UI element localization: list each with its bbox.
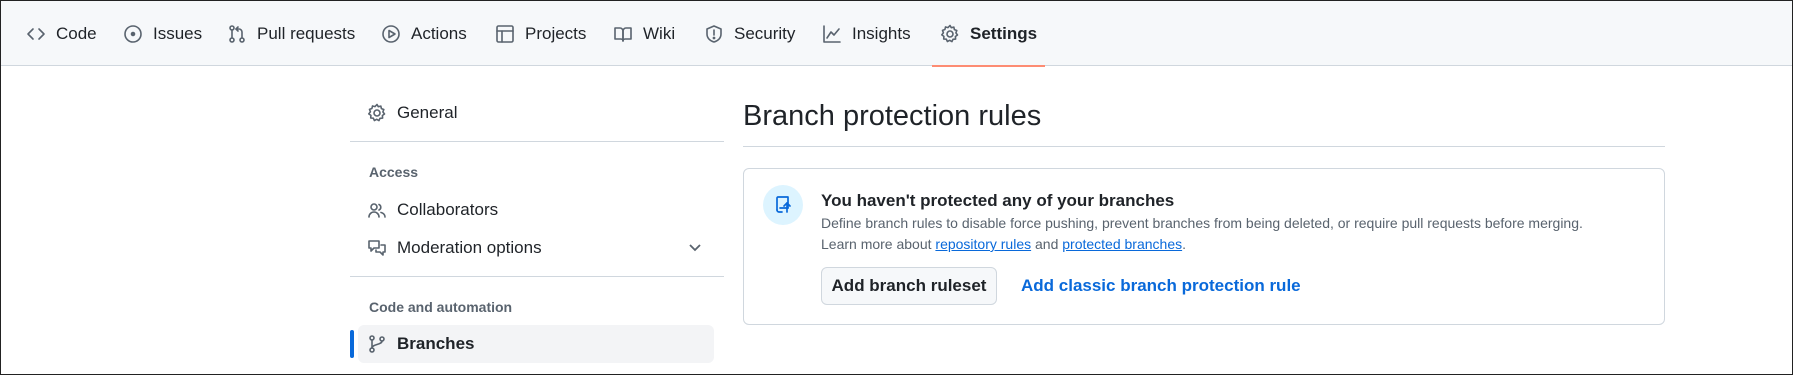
blankslate-description: Define branch rules to disable force pus…: [821, 215, 1583, 231]
tab-pull-requests[interactable]: Pull requests: [227, 1, 355, 66]
tab-issues[interactable]: Issues: [123, 1, 202, 66]
tab-pull-requests-label: Pull requests: [257, 23, 356, 43]
learn-more-suffix: .: [1182, 236, 1186, 252]
tab-settings[interactable]: Settings: [931, 1, 1046, 67]
add-branch-ruleset-button[interactable]: Add branch ruleset: [821, 267, 997, 305]
add-classic-protection-rule-link[interactable]: Add classic branch protection rule: [1021, 276, 1301, 296]
blankslate-learn-more: Learn more about repository rules and pr…: [821, 236, 1186, 252]
sidebar-item-general-label: General: [397, 103, 458, 122]
sidebar-divider: [350, 141, 724, 142]
tab-issues-label: Issues: [153, 23, 203, 43]
sidebar-item-branches[interactable]: Branches: [367, 334, 474, 354]
repo-push-icon: [776, 196, 791, 213]
sidebar-divider: [350, 276, 724, 277]
table-icon: [496, 24, 514, 43]
sidebar-item-general[interactable]: General: [367, 103, 457, 123]
blankslate-heading: You haven't protected any of your branch…: [821, 191, 1175, 210]
graph-icon: [823, 24, 841, 43]
book-icon: [614, 26, 632, 42]
sidebar-item-branches-label: Branches: [397, 334, 475, 353]
git-pull-request-icon: [229, 24, 245, 43]
sidebar-item-moderation[interactable]: Moderation options: [367, 238, 542, 258]
tab-actions[interactable]: Actions: [381, 1, 467, 66]
tab-actions-label: Actions: [411, 23, 467, 43]
sidebar-item-moderation-label: Moderation options: [397, 238, 542, 257]
gear-icon: [941, 24, 959, 42]
repo-nav: Code Issues Pull requests Actions Projec…: [1, 1, 1792, 67]
tab-projects[interactable]: Projects: [495, 1, 586, 66]
sidebar-heading-code-automation: Code and automation: [369, 299, 513, 315]
learn-more-prefix: Learn more about: [821, 236, 936, 252]
comment-discussion-icon: [368, 240, 386, 256]
shield-icon: [706, 24, 722, 43]
sidebar-item-collaborators-label: Collaborators: [397, 200, 499, 219]
tab-insights[interactable]: Insights: [822, 1, 911, 66]
protected-branches-link[interactable]: protected branches: [1062, 236, 1182, 252]
tab-security[interactable]: Security: [704, 1, 795, 66]
sidebar-item-collaborators[interactable]: Collaborators: [367, 200, 498, 220]
tab-projects-label: Projects: [525, 23, 587, 43]
tab-settings-label: Settings: [970, 23, 1038, 43]
tab-insights-label: Insights: [852, 23, 911, 43]
tab-code-label: Code: [56, 23, 97, 43]
tab-code[interactable]: Code: [26, 1, 97, 66]
page-title: Branch protection rules: [743, 100, 1042, 132]
learn-more-and: and: [1031, 236, 1063, 252]
tab-wiki[interactable]: Wiki: [613, 1, 675, 66]
tab-security-label: Security: [734, 23, 796, 43]
git-branch-icon: [369, 335, 385, 353]
play-icon: [382, 24, 400, 43]
active-item-marker: [350, 330, 354, 358]
tab-wiki-label: Wiki: [643, 23, 676, 43]
title-divider: [743, 146, 1665, 147]
repository-rules-link[interactable]: repository rules: [935, 236, 1031, 252]
sidebar-heading-access: Access: [369, 164, 419, 180]
chevron-down-icon[interactable]: [686, 239, 704, 257]
blankslate-icon-wrap: [763, 185, 803, 225]
people-icon: [368, 203, 386, 218]
issue-opened-icon: [124, 24, 142, 43]
code-icon: [27, 27, 45, 40]
gear-icon: [368, 103, 386, 122]
